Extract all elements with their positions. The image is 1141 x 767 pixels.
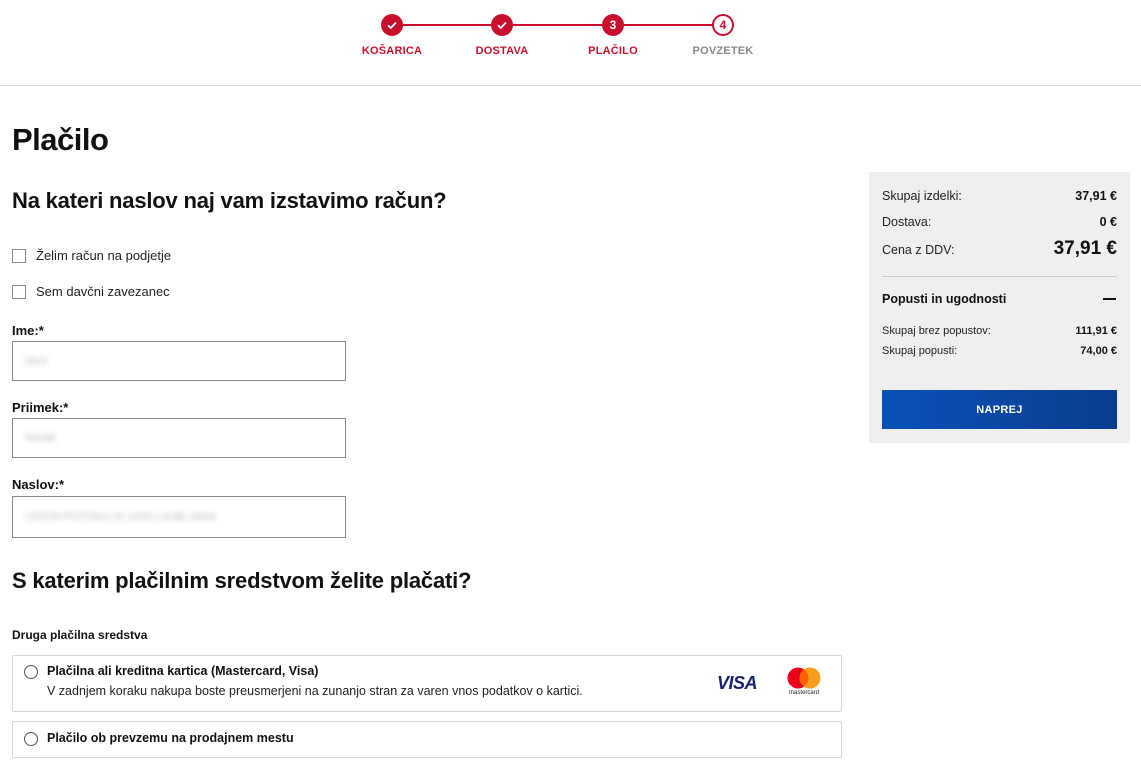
tax-payer-checkbox[interactable] [12, 284, 26, 299]
without-discount-value: 111,91 € [1075, 325, 1117, 337]
summary-divider [882, 276, 1117, 277]
step-2-check-icon[interactable] [491, 14, 513, 36]
collapse-icon[interactable] [1103, 298, 1116, 300]
step-1-check-icon[interactable] [381, 14, 403, 36]
company-invoice-checkbox-row[interactable]: Želim račun na podjetje [12, 248, 171, 263]
summary-shipping-label: Dostava: [882, 215, 932, 229]
address-field[interactable]: CESTA POTOKU 15 1000 LJUBLJANA [12, 496, 346, 538]
payment-heading: S katerim plačilnim sredstvom želite pla… [12, 568, 472, 593]
invoice-heading: Na kateri naslov naj vam izstavimo račun… [12, 188, 447, 213]
step-label-delivery[interactable]: DOSTAVA [452, 45, 552, 57]
discount-total-value: 74,00 € [1080, 345, 1117, 357]
mastercard-logo: mastercard [783, 666, 825, 698]
summary-items-row: Skupaj izdelki: 37,91 € [882, 189, 1117, 203]
card-payment-option[interactable]: Plačilna ali kreditna kartica (Mastercar… [12, 655, 842, 712]
summary-items-value: 37,91 € [1075, 189, 1117, 203]
pickup-payment-radio[interactable] [24, 732, 38, 746]
next-button[interactable]: NAPREJ [882, 390, 1117, 429]
discounts-label: Popusti in ugodnosti [882, 292, 1007, 306]
summary-total-row: Cena z DDV: 37,91 € [882, 238, 1117, 260]
summary-shipping-row: Dostava: 0 € [882, 215, 1117, 229]
address-label: Naslov:* [12, 477, 65, 492]
card-payment-title: Plačilna ali kreditna kartica (Mastercar… [47, 664, 319, 678]
tax-payer-checkbox-row[interactable]: Sem davčni zavezanec [12, 284, 170, 299]
step-4-number: 4 [712, 14, 734, 36]
page-title: Plačilo [12, 122, 109, 157]
card-payment-description: V zadnjem koraku nakupa boste preusmerje… [47, 684, 583, 698]
last-name-label: Priimek:* [12, 400, 69, 415]
summary-discount-total-row: Skupaj popusti: 74,00 € [882, 345, 1117, 357]
other-payment-methods-label: Druga plačilna sredstva [12, 628, 148, 642]
company-invoice-label: Želim račun na podjetje [36, 248, 172, 263]
step-label-cart[interactable]: KOŠARICA [342, 45, 442, 57]
summary-without-discount-row: Skupaj brez popustov: 111,91 € [882, 325, 1117, 337]
first-name-label: Ime:* [12, 323, 44, 338]
summary-shipping-value: 0 € [1099, 215, 1117, 229]
summary-total-value: 37,91 € [1053, 238, 1117, 259]
tax-payer-label: Sem davčni zavezanec [36, 284, 170, 299]
card-payment-radio[interactable] [24, 665, 38, 679]
pickup-payment-title: Plačilo ob prevzemu na prodajnem mestu [47, 731, 294, 745]
discounts-toggle[interactable]: Popusti in ugodnosti [882, 292, 1117, 306]
step-label-payment: PLAČILO [588, 45, 638, 57]
without-discount-label: Skupaj brez popustov: [882, 325, 991, 337]
visa-logo: VISA [717, 673, 758, 693]
discount-total-label: Skupaj popusti: [882, 345, 958, 357]
step-3-number: 3 [602, 14, 624, 36]
first-name-value: Nina [25, 355, 48, 367]
order-summary-panel: Skupaj izdelki: 37,91 € Dostava: 0 € Cen… [869, 172, 1130, 443]
checkout-stepper: KOŠARICA DOSTAVA 3 PLAČILO 4 POVZETEK [0, 0, 1141, 86]
summary-items-label: Skupaj izdelki: [882, 189, 962, 203]
pickup-payment-option[interactable]: Plačilo ob prevzemu na prodajnem mestu [12, 721, 842, 758]
first-name-field[interactable]: Nina [12, 341, 346, 381]
stepper-line [402, 24, 722, 26]
mastercard-wordmark: mastercard [788, 690, 819, 696]
last-name-value: Novak [25, 432, 57, 444]
summary-total-label: Cena z DDV: [882, 243, 955, 257]
step-label-summary: POVZETEK [692, 45, 754, 57]
last-name-field[interactable]: Novak [12, 418, 346, 458]
address-value: CESTA POTOKU 15 1000 LJUBLJANA [25, 511, 217, 523]
company-invoice-checkbox[interactable] [12, 248, 26, 263]
